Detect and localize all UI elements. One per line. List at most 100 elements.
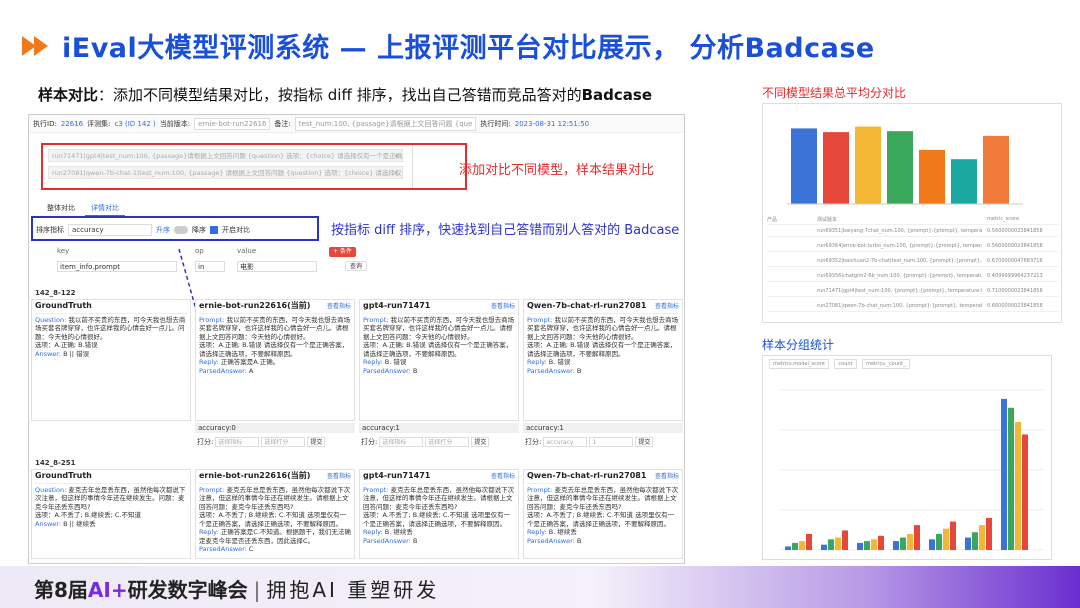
group-stat-bar <box>785 546 791 550</box>
group-stat-bar <box>878 535 884 550</box>
view-metrics-link[interactable]: 查看指标 <box>655 303 679 312</box>
metric-select[interactable]: metrics._count_ <box>862 359 910 369</box>
card-line: Reply: B. 错误 <box>363 358 407 366</box>
accuracy-label: accuracy:1 <box>523 423 683 433</box>
card-line: ParsedAnswer: C <box>199 545 254 553</box>
view-metrics-link[interactable]: 查看指标 <box>491 303 515 312</box>
rating-row: 打分: 选择指标 选择打分 提交 <box>197 437 326 447</box>
highlight-box-red <box>41 143 467 190</box>
stat-method-select[interactable]: count <box>834 359 857 369</box>
tab-detail[interactable]: 详情对比 <box>85 201 125 217</box>
table-row: run69356|chatglm2-6b_num:100, {prompt}:{… <box>767 271 1059 282</box>
table-row: run27081|qwen-7b-chat_num:100, {prompt}:… <box>767 301 1059 312</box>
group-stat-bar <box>821 544 827 550</box>
card-model-name: gpt4-run71471 查看指标 <box>363 471 515 484</box>
card-line: 选项：A.正确; B.错误 请选择仅有一个是正确答案，请选择正确选项，不要解释原… <box>363 341 513 358</box>
card-line: Answer: B || 继续丢 <box>35 519 96 528</box>
card-line: Reply: 正确答案是C.不知道。根据题干，我们无法确定麦克今年是否还丢东西，… <box>199 528 351 545</box>
add-condition-button[interactable]: + 条件 <box>329 247 356 257</box>
submit-button[interactable]: 提交 <box>635 437 654 447</box>
highlight-box-blue <box>31 216 319 241</box>
group-stat-bar <box>1001 398 1007 550</box>
card-model-name: Qwen-7b-chat-rl-run27081 查看指标 <box>527 301 679 314</box>
group-stat-chart <box>781 389 1043 551</box>
avg-score-chart <box>787 126 1023 205</box>
title-row: iEval大模型评测系统 — 上报评测平台对比展示， 分析Badcase <box>22 26 875 65</box>
avg-score-bar <box>791 128 817 204</box>
rating-row: 打分: accuracy 1 提交 <box>525 437 654 447</box>
group-stat-bar <box>835 537 841 550</box>
group-stat-chart-title: 样本分组统计 <box>762 338 835 352</box>
group-stat-bar <box>965 537 971 550</box>
accuracy-label: accuracy:0 <box>195 423 355 433</box>
slide-title: iEval大模型评测系统 — 上报评测平台对比展示， 分析Badcase <box>62 33 875 64</box>
group-stat-bar <box>979 525 985 550</box>
submit-button[interactable]: 提交 <box>471 437 490 447</box>
result-card: GroundTruth Question: 麦克去年总是丢东西，虽然他每次都说下次… <box>31 469 191 559</box>
metric-select[interactable]: accuracy <box>543 437 588 447</box>
table-header: 产品 测试版本 metric_score <box>767 214 1059 225</box>
footer-text: 第8届AI+研发数字峰会 | 拥抱AI 重塑研发 <box>34 578 440 602</box>
group-stat-filters: metrics.model_score count metrics._count… <box>769 359 910 369</box>
exec-info-bar: 执行ID: 22616 评测集: c3 (ID 142 ) 当前版本: ernie-b… <box>29 115 684 133</box>
query-button[interactable]: 查询 <box>345 261 367 271</box>
card-line: Prompt: 我以前不买贵的东西，可今天我也想去商场买套名牌穿穿，也许这样我的… <box>527 315 679 341</box>
score-select[interactable]: 1 <box>589 437 634 447</box>
group-stat-bar <box>799 541 805 550</box>
version-field[interactable]: ernie-bot-run22616 <box>194 117 271 130</box>
metric-select[interactable]: 选择指标 <box>379 437 424 447</box>
result-card: ernie-bot-run22616(当前) 查看指标 Prompt: 麦克去年总是… <box>195 469 355 559</box>
table-row: run69352|baichuan2-7b-chat|test_num:100,… <box>767 256 1059 267</box>
note-field[interactable]: test_num:100, {passage}请根据上文回答问题 {que <box>294 116 477 131</box>
card-line: Reply: B. 错误 <box>527 358 571 366</box>
card-line: Question: 我以前不买贵的东西，可今天我也想去商场买套名牌穿穿，也许这样… <box>35 315 186 341</box>
group-stat-bar <box>936 534 942 550</box>
result-card: Qwen-7b-chat-rl-run27081 查看指标 Prompt: 麦克去年… <box>523 469 683 559</box>
submit-button[interactable]: 提交 <box>307 437 326 447</box>
card-model-name: GroundTruth <box>35 471 187 484</box>
tab-overall[interactable]: 整体对比 <box>41 201 81 217</box>
score-select[interactable]: 选择打分 <box>261 437 306 447</box>
filter-key-input[interactable]: item_info.prompt <box>57 261 177 272</box>
filter-value-input[interactable]: 电影 <box>237 261 317 272</box>
group-stat-panel: metrics.model_score count metrics._count… <box>762 355 1052 560</box>
group-stat-bar <box>871 539 877 550</box>
card-model-name: Qwen-7b-chat-rl-run27081 查看指标 <box>527 471 679 484</box>
avg-score-bar <box>951 159 977 204</box>
card-line: Prompt: 我以前不买贵的东西，可今天我也想去商场买套名牌穿穿，也许这样我的… <box>199 315 351 341</box>
card-line: ParsedAnswer: B <box>363 536 418 545</box>
score-select[interactable]: 选择打分 <box>425 437 470 447</box>
metric-select[interactable]: 选择指标 <box>215 437 260 447</box>
group-by-select[interactable]: metrics.model_score <box>769 359 829 369</box>
avg-score-panel: 产品 测试版本 metric_score run69351|baiyang-7chat… <box>762 103 1062 323</box>
group-stat-bar <box>900 537 906 550</box>
card-line: 选项：A.正确; B.错误 请选择仅有一个是正确答案，请选择正确选项，不要解释原… <box>527 341 677 358</box>
rating-row: 打分: 选择指标 选择打分 提交 <box>361 437 490 447</box>
card-line: Question: 麦克去年总是丢东西，虽然他每次都说下次注意，但这样的事情今年… <box>35 485 186 511</box>
compare-tabs: 整体对比 详情对比 <box>41 201 125 217</box>
group-stat-bar <box>806 534 812 550</box>
table-row: run69364|ernie-bot-turbo_num:100, {promp… <box>767 241 1059 252</box>
card-line: Reply: 正确答案是A.正确。 <box>199 358 280 366</box>
view-metrics-link[interactable]: 查看指标 <box>655 473 679 482</box>
result-card: gpt4-run71471 查看指标 Prompt: 我以前不买贵的东西，可今天我也… <box>359 299 519 421</box>
card-model-name: GroundTruth <box>35 301 187 314</box>
view-metrics-link[interactable]: 查看指标 <box>491 473 515 482</box>
group-stat-bar <box>864 541 870 550</box>
view-metrics-link[interactable]: 查看指标 <box>327 473 351 482</box>
group-stat-bar <box>929 539 935 550</box>
card-line: Reply: B. 继续丢 <box>527 528 577 536</box>
table-row: run71471|gpt4|test_num:100, {prompt}:{pr… <box>767 286 1059 297</box>
avg-score-bar <box>855 126 881 204</box>
avg-score-bar <box>919 149 945 204</box>
accuracy-label: accuracy:1 <box>359 423 519 433</box>
subtitle: 样本对比：添加不同模型结果对比，按指标 diff 排序，找出自己答错而竞品答对的… <box>38 86 653 104</box>
group-stat-bar <box>842 530 848 550</box>
card-line: 选项：A.正确; B.错误 请选择仅有一个是正确答案，请选择正确选项，不要解释原… <box>199 341 349 358</box>
card-line: Answer: B || 错误 <box>35 349 90 358</box>
group-stat-bar <box>893 541 899 550</box>
card-line: Prompt: 我以前不买贵的东西，可今天我也想去商场买套名牌穿穿，也许这样我的… <box>363 315 515 341</box>
card-line: ParsedAnswer: B <box>363 366 418 375</box>
blue-annotation: 按指标 diff 排序，快速找到自己答错而别人答对的 Badcase <box>331 223 680 238</box>
view-metrics-link[interactable]: 查看指标 <box>327 303 351 312</box>
